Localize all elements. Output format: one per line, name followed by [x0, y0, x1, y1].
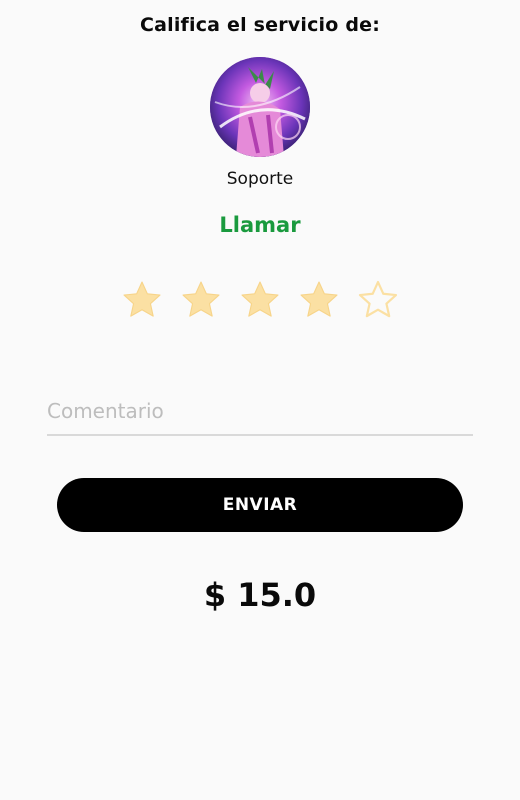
- price-label: $ 15.0: [203, 576, 317, 614]
- rating-screen: Califica el servicio de: Soporte Llamar …: [0, 0, 520, 800]
- send-button[interactable]: ENVIAR: [57, 478, 463, 532]
- star-empty-icon[interactable]: [356, 278, 400, 322]
- agent-avatar: [210, 57, 310, 157]
- page-title: Califica el servicio de:: [139, 14, 381, 36]
- star-filled-icon[interactable]: [179, 278, 223, 322]
- star-filled-icon[interactable]: [120, 278, 164, 322]
- star-rating: [120, 278, 400, 324]
- anime-character-avatar-icon: [210, 57, 310, 157]
- star-filled-icon[interactable]: [238, 278, 282, 322]
- agent-name: Soporte: [226, 169, 294, 189]
- call-link[interactable]: Llamar: [0, 213, 520, 237]
- comment-input[interactable]: [47, 388, 473, 436]
- star-filled-icon[interactable]: [297, 278, 341, 322]
